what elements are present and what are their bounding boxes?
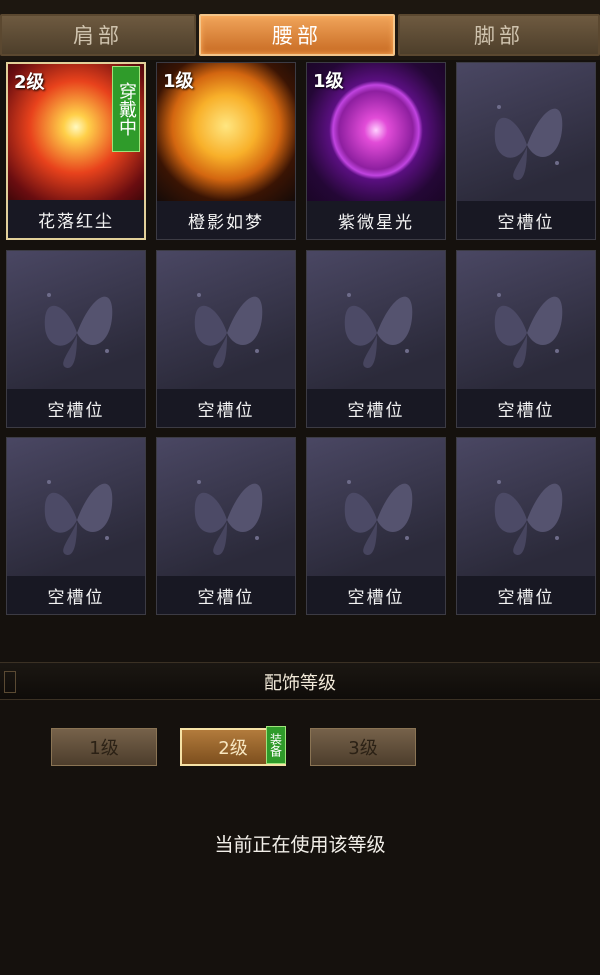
butterfly-icon: [344, 293, 413, 369]
slot-8[interactable]: 空槽位: [456, 250, 596, 428]
empty-slot-art: [307, 251, 445, 391]
tab-shoulder[interactable]: 肩部: [0, 14, 196, 56]
tab-bar: 肩部 腰部 脚部: [0, 0, 600, 60]
empty-slot-art: [7, 438, 145, 578]
slot-caption: 空槽位: [7, 576, 145, 614]
butterfly-icon: [194, 293, 263, 369]
slot-caption: 空槽位: [457, 201, 595, 239]
wearing-badge: 穿戴中: [112, 66, 140, 152]
empty-slot-art: [157, 438, 295, 578]
tab-feet[interactable]: 脚部: [398, 14, 600, 56]
slot-caption: 花落红尘: [8, 200, 144, 238]
slot-level: 1级: [313, 71, 344, 92]
slot-9[interactable]: 空槽位: [6, 437, 146, 615]
slot-caption: 空槽位: [307, 576, 445, 614]
slot-level: 1级: [163, 71, 194, 92]
tab-waist[interactable]: 腰部: [199, 14, 395, 56]
butterfly-icon: [344, 480, 413, 556]
empty-slot-art: [307, 438, 445, 578]
butterfly-icon: [44, 293, 113, 369]
level-button-label: 3级: [348, 738, 378, 759]
slot-4[interactable]: 空槽位: [456, 62, 596, 240]
slot-12[interactable]: 空槽位: [456, 437, 596, 615]
level-button-label: 1级: [89, 738, 119, 759]
slot-caption: 橙影如梦: [157, 201, 295, 239]
slot-3[interactable]: 1级 紫微星光: [306, 62, 446, 240]
equipped-badge: 装备: [266, 726, 286, 764]
slot-5[interactable]: 空槽位: [6, 250, 146, 428]
empty-slot-art: [157, 251, 295, 391]
slot-6[interactable]: 空槽位: [156, 250, 296, 428]
empty-slot-art: [457, 438, 595, 578]
slot-10[interactable]: 空槽位: [156, 437, 296, 615]
slot-2[interactable]: 1级 橙影如梦: [156, 62, 296, 240]
level-2-button[interactable]: 2级 装备: [180, 726, 286, 766]
accessory-grid: 2级 穿戴中 花落红尘 1级 橙影如梦 1级 紫微星光 空槽位 空槽位 空槽位 …: [0, 60, 600, 620]
slot-7[interactable]: 空槽位: [306, 250, 446, 428]
slot-11[interactable]: 空槽位: [306, 437, 446, 615]
butterfly-icon: [194, 480, 263, 556]
empty-slot-art: [457, 251, 595, 391]
butterfly-icon: [44, 480, 113, 556]
empty-slot-art: [7, 251, 145, 391]
butterfly-icon: [494, 293, 563, 369]
level-button-label: 2级: [218, 738, 248, 759]
slot-caption: 空槽位: [7, 389, 145, 427]
butterfly-icon: [494, 105, 563, 181]
empty-slot-art: [457, 63, 595, 203]
section-header: 配饰等级: [0, 662, 600, 700]
section-title: 配饰等级: [264, 673, 336, 694]
slot-caption: 空槽位: [157, 576, 295, 614]
status-text: 当前正在使用该等级: [214, 834, 386, 856]
slot-caption: 空槽位: [157, 389, 295, 427]
slot-level: 2级: [14, 72, 45, 93]
slot-caption: 空槽位: [457, 389, 595, 427]
level-1-button[interactable]: 1级: [51, 728, 157, 766]
slot-caption: 紫微星光: [307, 201, 445, 239]
slot-caption: 空槽位: [457, 576, 595, 614]
level-3-button[interactable]: 3级: [310, 728, 416, 766]
slot-1[interactable]: 2级 穿戴中 花落红尘: [6, 62, 146, 240]
butterfly-icon: [494, 480, 563, 556]
slot-caption: 空槽位: [307, 389, 445, 427]
